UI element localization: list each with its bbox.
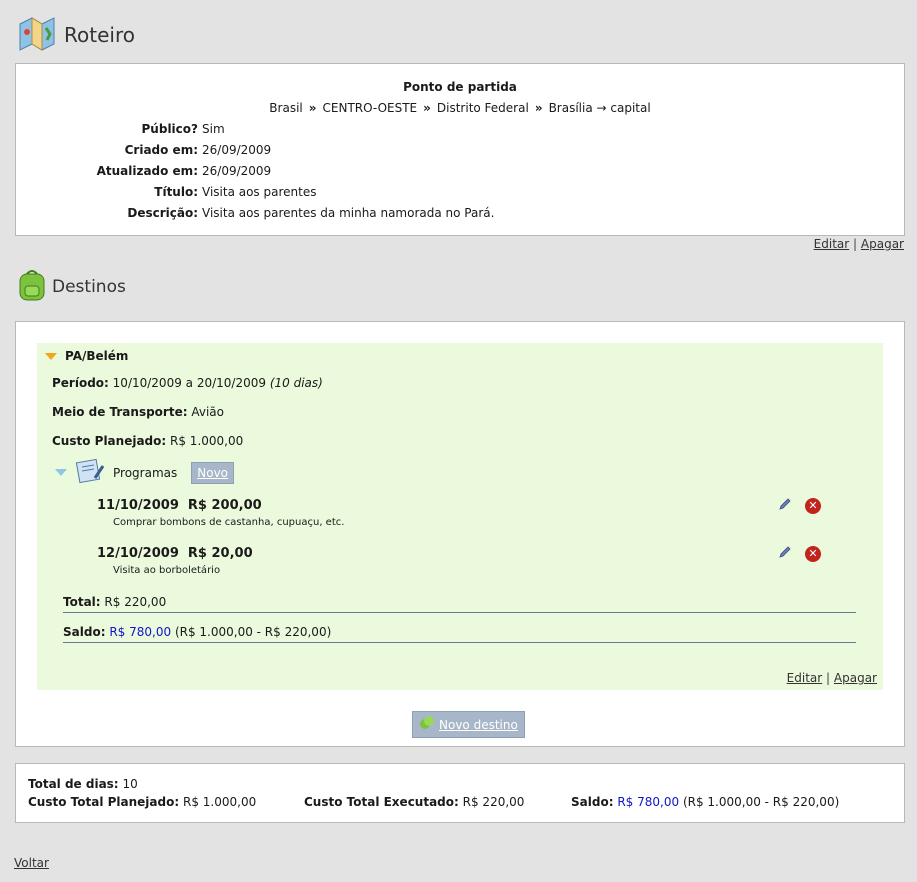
- planejado-label: Custo Total Planejado:: [28, 795, 180, 809]
- delete-icon[interactable]: ✕: [805, 545, 821, 562]
- total-dias-label: Total de dias:: [28, 777, 119, 791]
- programa-actions: ✕: [777, 544, 821, 563]
- programa-desc: Comprar bombons de castanha, cupuaçu, et…: [113, 517, 345, 528]
- pencil-icon[interactable]: [777, 544, 793, 563]
- breadcrumb: Brasil » CENTRO-OESTE » Distrito Federal » Bra…: [16, 101, 904, 115]
- destination-title[interactable]: PA/Belém: [45, 349, 128, 363]
- programa-date: 12/10/2009: [97, 546, 179, 561]
- expand-triangle-icon[interactable]: [55, 469, 67, 476]
- expand-triangle-icon[interactable]: [45, 352, 57, 360]
- programa-amount: R$ 200,00: [187, 498, 262, 513]
- novo-programa-button[interactable]: Novo: [191, 461, 235, 484]
- breadcrumb-item: Brasil: [269, 101, 303, 115]
- transporte-line: Meio de Transporte: Avião: [52, 405, 224, 419]
- periodo-line: Período: 10/10/2009 a 20/10/2009 (10 dia…: [52, 376, 323, 390]
- destination-actions: Editar | Apagar: [787, 671, 877, 685]
- programas-label: Programas: [113, 465, 178, 480]
- planejado-value: R$ 1.000,00: [182, 795, 257, 809]
- page-title: Roteiro: [64, 22, 135, 47]
- field-publico: Público? Sim: [16, 122, 225, 136]
- saldo-label: Saldo:: [63, 625, 106, 639]
- transporte-label: Meio de Transporte:: [52, 405, 188, 419]
- edit-roteiro-link[interactable]: Editar: [814, 237, 850, 251]
- roteiro-panel: Ponto de partida Brasil » CENTRO-OESTE » Dis…: [15, 63, 905, 236]
- field-atualizado: Atualizado em: 26/09/2009: [16, 164, 272, 178]
- custo-label: Custo Planejado:: [52, 434, 167, 448]
- field-criado: Criado em: 26/09/2009: [16, 143, 272, 157]
- field-label: Público?: [141, 122, 198, 136]
- breadcrumb-item: CENTRO-OESTE: [322, 101, 418, 115]
- field-value: Visita aos parentes da minha namorada no…: [202, 206, 495, 220]
- periodo-value: 10/10/2009 a 20/10/2009: [112, 376, 266, 390]
- edit-destination-link[interactable]: Editar: [787, 671, 823, 685]
- roteiro-heading: Roteiro: [16, 14, 135, 55]
- total-value: R$ 220,00: [104, 595, 167, 609]
- destinos-panel: PA/Belém Período: 10/10/2009 a 20/10/200…: [15, 321, 905, 747]
- action-divider: |: [826, 671, 831, 685]
- novo-destino-label: Novo destino: [439, 717, 518, 732]
- section-title: Destinos: [52, 276, 126, 297]
- programa-amount: R$ 20,00: [187, 546, 253, 561]
- saldo-total: Saldo: R$ 780,00 (R$ 1.000,00 - R$ 220,0…: [571, 795, 839, 809]
- field-label: Atualizado em:: [96, 164, 198, 178]
- voltar-link[interactable]: Voltar: [14, 856, 49, 870]
- transporte-value: Avião: [191, 405, 224, 419]
- delete-destination-link[interactable]: Apagar: [834, 671, 877, 685]
- field-label: Descrição:: [127, 206, 198, 220]
- field-value: Sim: [202, 122, 225, 136]
- roteiro-actions: Editar | Apagar: [814, 237, 904, 251]
- novo-destino-button[interactable]: Novo destino: [412, 711, 525, 738]
- total-dias-value: 10: [122, 777, 138, 791]
- leaf-icon: [419, 715, 435, 734]
- periodo-label: Período:: [52, 376, 109, 390]
- saldo-calc: (R$ 1.000,00 - R$ 220,00): [174, 625, 332, 639]
- programa-desc: Visita ao borboletário: [113, 565, 221, 576]
- total-label: Total:: [63, 595, 101, 609]
- custo-total-executado: Custo Total Executado: R$ 220,00: [304, 795, 524, 809]
- field-titulo: Título: Visita aos parentes: [16, 185, 316, 199]
- breadcrumb-item: Distrito Federal: [436, 101, 529, 115]
- field-value: 26/09/2009: [202, 164, 272, 178]
- delete-roteiro-link[interactable]: Apagar: [861, 237, 904, 251]
- saldo-line: Saldo: R$ 780,00 (R$ 1.000,00 - R$ 220,0…: [63, 625, 856, 643]
- field-label: Criado em:: [124, 143, 198, 157]
- saldo-value: R$ 780,00: [109, 625, 172, 639]
- custo-value: R$ 1.000,00: [170, 434, 244, 448]
- map-icon: [16, 14, 58, 55]
- custo-line: Custo Planejado: R$ 1.000,00: [52, 434, 243, 448]
- executado-label: Custo Total Executado:: [304, 795, 459, 809]
- total-dias: Total de dias: 10: [28, 777, 138, 791]
- breadcrumb-separator: »: [423, 101, 431, 115]
- breadcrumb-separator: »: [308, 101, 317, 115]
- destination-name: PA/Belém: [65, 349, 129, 363]
- destination-card: PA/Belém Período: 10/10/2009 a 20/10/200…: [37, 343, 883, 690]
- backpack-icon: [16, 268, 48, 305]
- executado-value: R$ 220,00: [462, 795, 525, 809]
- delete-icon[interactable]: ✕: [805, 497, 821, 514]
- programa-item: 12/10/2009 R$ 20,00 Visita ao borboletár…: [97, 546, 253, 576]
- field-value: Visita aos parentes: [202, 185, 317, 199]
- programa-actions: ✕: [777, 496, 821, 515]
- novo-label: Novo: [197, 465, 229, 480]
- ponto-partida-title: Ponto de partida: [403, 80, 517, 94]
- custo-total-planejado: Custo Total Planejado: R$ 1.000,00: [28, 795, 256, 809]
- field-label: Título:: [154, 185, 198, 199]
- action-divider: |: [853, 237, 858, 251]
- periodo-days: (10 dias): [269, 376, 323, 390]
- field-value: 26/09/2009: [202, 143, 272, 157]
- programa-date: 11/10/2009: [97, 498, 179, 513]
- destinos-heading: Destinos: [16, 268, 126, 305]
- programa-item: 11/10/2009 R$ 200,00 Comprar bombons de …: [97, 498, 344, 528]
- programas-header: Programas Novo: [55, 458, 235, 487]
- saldo-total-calc: (R$ 1.000,00 - R$ 220,00): [682, 795, 840, 809]
- saldo-total-value: R$ 780,00: [617, 795, 680, 809]
- field-descricao: Descrição: Visita aos parentes da minha …: [16, 206, 494, 220]
- total-line: Total: R$ 220,00: [63, 595, 856, 613]
- notebook-icon: [75, 458, 105, 487]
- totals-panel: Total de dias: 10 Custo Total Planejado:…: [15, 763, 905, 823]
- breadcrumb-item: Brasília → capital: [548, 101, 651, 115]
- pencil-icon[interactable]: [777, 496, 793, 515]
- breadcrumb-separator: »: [534, 101, 543, 115]
- saldo-total-label: Saldo:: [571, 795, 614, 809]
